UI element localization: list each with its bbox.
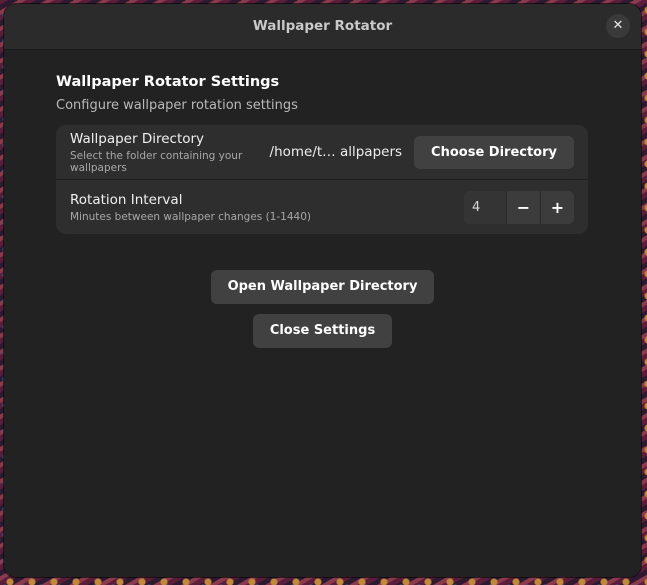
- settings-window: Wallpaper Rotator ✕ Wallpaper Rotator Se…: [4, 4, 641, 577]
- choose-directory-button[interactable]: Choose Directory: [414, 135, 574, 169]
- interval-description: Minutes between wallpaper changes (1-144…: [70, 210, 311, 223]
- decrement-button[interactable]: −: [506, 190, 540, 224]
- interval-spinbutton: 4 − +: [464, 190, 574, 224]
- interval-title: Rotation Interval: [70, 191, 183, 208]
- close-icon: ✕: [612, 18, 624, 33]
- action-buttons: Open Wallpaper Directory Close Settings: [4, 270, 641, 348]
- section-subtitle: Configure wallpaper rotation settings: [56, 98, 298, 113]
- open-wallpaper-directory-button[interactable]: Open Wallpaper Directory: [210, 270, 435, 304]
- directory-description: Select the folder containing your wallpa…: [70, 149, 243, 174]
- interval-text: Rotation Interval Minutes between wallpa…: [70, 192, 464, 223]
- titlebar: Wallpaper Rotator ✕: [4, 4, 641, 50]
- interval-value-input[interactable]: 4: [464, 190, 506, 224]
- settings-content: Wallpaper Rotator Settings Configure wal…: [56, 74, 588, 234]
- close-settings-button[interactable]: Close Settings: [252, 314, 393, 348]
- directory-title: Wallpaper Directory: [70, 130, 205, 147]
- section-title: Wallpaper Rotator Settings: [56, 74, 280, 90]
- directory-path: /home/t… allpapers: [269, 144, 403, 160]
- plus-icon: +: [550, 197, 565, 217]
- window-title: Wallpaper Rotator: [252, 18, 393, 34]
- increment-button[interactable]: +: [540, 190, 574, 224]
- directory-row: Wallpaper Directory Select the folder co…: [56, 125, 588, 179]
- settings-card: Wallpaper Directory Select the folder co…: [56, 125, 588, 234]
- minus-icon: −: [516, 197, 531, 217]
- close-window-button[interactable]: ✕: [606, 14, 630, 38]
- directory-text: Wallpaper Directory Select the folder co…: [70, 131, 270, 174]
- interval-row: Rotation Interval Minutes between wallpa…: [56, 179, 588, 234]
